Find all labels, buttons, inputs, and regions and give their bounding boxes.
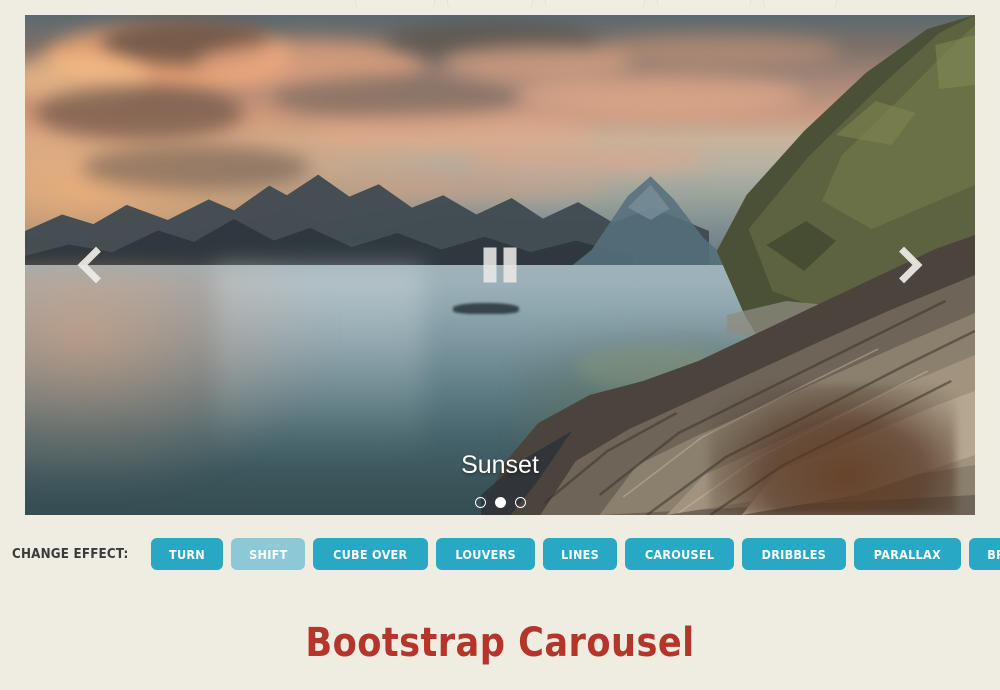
carousel-next-control[interactable] — [833, 15, 976, 515]
effect-button-turn[interactable]: TURN — [150, 538, 223, 570]
effect-button-label: SHIFT — [248, 546, 288, 562]
cloud — [272, 75, 519, 120]
carousel-caption: Sunset — [461, 451, 539, 479]
effect-button-label: CAROUSEL — [645, 546, 715, 562]
water-light-streak — [215, 265, 424, 465]
effect-button-louvers[interactable]: LOUVERS — [435, 538, 536, 570]
effect-button-label: CUBE OVER — [333, 546, 408, 562]
top-cutoff-button — [657, 0, 751, 8]
carousel[interactable]: Sunset — [25, 15, 975, 515]
top-cutoff-button-row — [0, 0, 1000, 8]
top-cutoff-button — [355, 0, 435, 8]
chevron-right-icon — [885, 246, 923, 284]
effect-button-label: LINES — [561, 546, 600, 562]
carousel-indicator-1[interactable] — [474, 497, 486, 508]
carousel-prev-control[interactable] — [25, 15, 168, 515]
effect-button-dribbles[interactable]: DRIBBLES — [742, 538, 847, 570]
effect-button-label: TURN — [168, 546, 205, 562]
top-cutoff-button — [447, 0, 533, 8]
change-effect-label: CHANGE EFFECT: — [12, 546, 129, 562]
effect-button-carousel[interactable]: CAROUSEL — [625, 538, 735, 570]
effect-button-cube-over[interactable]: CUBE OVER — [313, 538, 428, 570]
top-cutoff-button — [545, 0, 645, 8]
effect-button-parallax[interactable]: PARALLAX — [854, 538, 961, 570]
top-cutoff-button — [763, 0, 837, 8]
effect-button-label: DRIBBLES — [762, 546, 827, 562]
pause-icon — [483, 247, 497, 283]
effect-button-lines[interactable]: LINES — [543, 538, 618, 570]
carousel-indicator-2[interactable] — [494, 497, 506, 508]
effect-button-label: BRICK — [986, 546, 1000, 562]
chevron-left-icon — [77, 246, 115, 284]
carousel-indicators[interactable] — [25, 497, 975, 508]
effect-button-label: PARALLAX — [873, 546, 941, 562]
effect-button-brick[interactable]: BRICK — [968, 538, 1000, 570]
carousel-pause-button[interactable] — [483, 247, 517, 283]
change-effect-bar: CHANGE EFFECT: TURN SHIFT CUBE OVER LOUV… — [0, 538, 1000, 570]
carousel-indicator-3[interactable] — [514, 497, 526, 508]
pause-icon — [503, 247, 517, 283]
page-title: Bootstrap Carousel — [305, 620, 695, 666]
effect-button-shift[interactable]: SHIFT — [230, 538, 306, 570]
effect-button-label: LOUVERS — [455, 546, 516, 562]
